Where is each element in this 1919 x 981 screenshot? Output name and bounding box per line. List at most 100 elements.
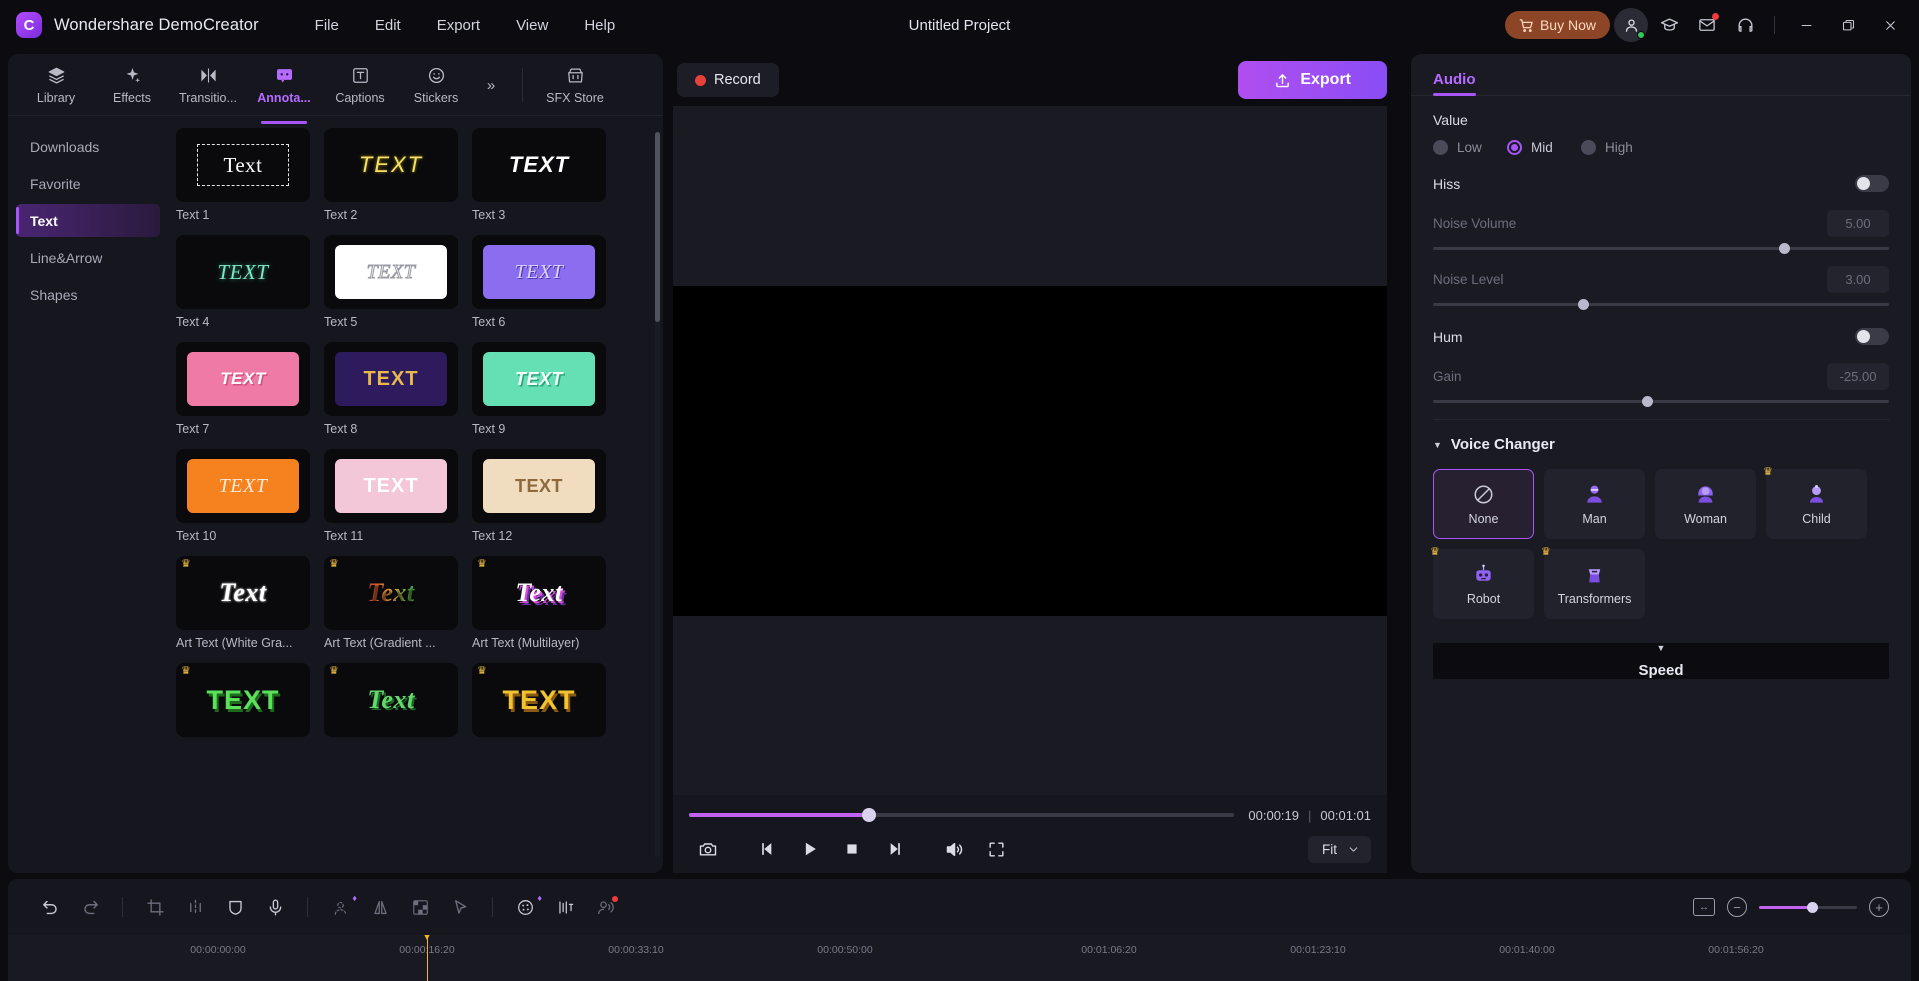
text-adjust-icon[interactable] bbox=[545, 889, 585, 925]
prev-frame-icon[interactable] bbox=[749, 832, 787, 866]
category-tab-stickers[interactable]: Stickers bbox=[398, 59, 474, 111]
template-tile[interactable]: ♛ Text Art Text (White Gra... bbox=[176, 556, 310, 650]
noise-volume-slider[interactable] bbox=[1433, 243, 1889, 254]
voice-card-robot[interactable]: ♛ Robot bbox=[1430, 546, 1534, 619]
radio-low[interactable]: Low bbox=[1433, 140, 1507, 155]
user-avatar-icon[interactable] bbox=[1614, 8, 1648, 42]
radio-high[interactable]: High bbox=[1581, 140, 1655, 155]
headset-icon[interactable] bbox=[1728, 8, 1762, 42]
redo-icon[interactable] bbox=[70, 889, 110, 925]
subnav-item-line-arrow[interactable]: Line&Arrow bbox=[16, 241, 160, 274]
subnav-item-text[interactable]: Text bbox=[16, 204, 160, 237]
maximize-icon[interactable] bbox=[1829, 8, 1867, 42]
template-tile[interactable]: TEXT Text 8 bbox=[324, 342, 458, 436]
fit-timeline-icon[interactable]: ↔ bbox=[1693, 898, 1715, 916]
color-wheel-icon[interactable]: ♦ bbox=[505, 889, 545, 925]
category-tab-sfx-store[interactable]: SFX Store bbox=[537, 59, 613, 111]
graduation-cap-icon[interactable] bbox=[1652, 8, 1686, 42]
template-tile[interactable]: ♛ TEXT bbox=[472, 663, 606, 743]
denoise-icon[interactable] bbox=[585, 889, 625, 925]
more-categories-icon[interactable]: » bbox=[474, 77, 508, 94]
template-tile[interactable]: TEXT Text 12 bbox=[472, 449, 606, 543]
noise-level-slider[interactable] bbox=[1433, 299, 1889, 310]
preview-stage[interactable] bbox=[673, 106, 1387, 795]
grid-scrollbar-thumb[interactable] bbox=[655, 132, 660, 322]
gain-slider[interactable] bbox=[1433, 396, 1889, 407]
mask-icon[interactable] bbox=[215, 889, 255, 925]
play-icon[interactable] bbox=[791, 832, 829, 866]
export-button[interactable]: Export bbox=[1238, 61, 1387, 99]
minimize-icon[interactable] bbox=[1787, 8, 1825, 42]
template-tile[interactable]: TEXT Text 3 bbox=[472, 128, 606, 222]
pointer-icon[interactable] bbox=[440, 889, 480, 925]
voice-card-child[interactable]: ♛ Child bbox=[1763, 466, 1867, 539]
menu-edit[interactable]: Edit bbox=[359, 11, 417, 40]
snapshot-icon[interactable] bbox=[689, 832, 727, 866]
slider-knob[interactable] bbox=[1778, 243, 1790, 254]
stop-icon[interactable] bbox=[833, 832, 871, 866]
timeline-ruler[interactable]: 00:00:00:00 00:00:16:20 00:00:33:10 00:0… bbox=[8, 935, 1911, 981]
category-tab-transitions[interactable]: Transitio... bbox=[170, 59, 246, 111]
template-tile[interactable]: TEXT Text 7 bbox=[176, 342, 310, 436]
grid-scrollbar[interactable] bbox=[655, 132, 660, 857]
ai-avatar-icon[interactable]: ♦ bbox=[320, 889, 360, 925]
gain-value[interactable]: -25.00 bbox=[1827, 363, 1889, 390]
hiss-toggle[interactable] bbox=[1855, 175, 1889, 192]
slider-knob[interactable] bbox=[1641, 396, 1653, 407]
voice-card-none[interactable]: None bbox=[1433, 469, 1534, 539]
close-icon[interactable] bbox=[1871, 8, 1909, 42]
radio-mid[interactable]: Mid bbox=[1507, 140, 1581, 155]
seek-slider[interactable] bbox=[689, 808, 1235, 822]
template-tile[interactable]: TEXT Text 5 bbox=[324, 235, 458, 329]
category-tab-captions[interactable]: Captions bbox=[322, 59, 398, 111]
buy-now-button[interactable]: Buy Now bbox=[1504, 11, 1610, 39]
microphone-icon[interactable] bbox=[255, 889, 295, 925]
template-tile[interactable]: TEXT Text 4 bbox=[176, 235, 310, 329]
voice-card-man[interactable]: Man bbox=[1544, 469, 1645, 539]
record-button[interactable]: Record bbox=[677, 63, 779, 97]
template-tile[interactable]: Text Text 1 bbox=[176, 128, 310, 222]
menu-export[interactable]: Export bbox=[421, 11, 496, 40]
seek-slider-knob[interactable] bbox=[861, 808, 876, 822]
category-tab-library[interactable]: Library bbox=[18, 59, 94, 111]
voice-card-transformers[interactable]: ♛ Transformers bbox=[1541, 546, 1645, 619]
timeline-zoom-slider[interactable] bbox=[1759, 901, 1857, 913]
noise-volume-value[interactable]: 5.00 bbox=[1827, 210, 1889, 237]
subnav-item-downloads[interactable]: Downloads bbox=[16, 130, 160, 163]
menu-help[interactable]: Help bbox=[568, 11, 631, 40]
tab-audio[interactable]: Audio bbox=[1433, 71, 1476, 96]
subnav-item-favorite[interactable]: Favorite bbox=[16, 167, 160, 200]
template-tile[interactable]: ♛ Text Art Text (Gradient ... bbox=[324, 556, 458, 650]
split-icon[interactable] bbox=[175, 889, 215, 925]
mosaic-icon[interactable] bbox=[400, 889, 440, 925]
template-tile[interactable]: TEXT Text 10 bbox=[176, 449, 310, 543]
menu-file[interactable]: File bbox=[299, 11, 355, 40]
voice-changer-header[interactable]: ▼ Voice Changer bbox=[1433, 436, 1889, 453]
speed-header[interactable]: ▼ Speed bbox=[1433, 643, 1889, 679]
template-tile[interactable]: TEXT Text 9 bbox=[472, 342, 606, 436]
video-canvas[interactable] bbox=[673, 285, 1387, 616]
menu-view[interactable]: View bbox=[500, 11, 564, 40]
category-tab-annotations[interactable]: Annota... bbox=[246, 59, 322, 111]
template-tile[interactable]: ♛ Text Art Text (Multilayer) bbox=[472, 556, 606, 650]
zoom-in-icon[interactable]: + bbox=[1869, 897, 1889, 917]
template-tile[interactable]: TEXT Text 2 bbox=[324, 128, 458, 222]
category-tab-effects[interactable]: Effects bbox=[94, 59, 170, 111]
template-tile[interactable]: TEXT Text 6 bbox=[472, 235, 606, 329]
subnav-item-shapes[interactable]: Shapes bbox=[16, 278, 160, 311]
mail-icon[interactable] bbox=[1690, 8, 1724, 42]
fullscreen-icon[interactable] bbox=[977, 832, 1015, 866]
mirror-icon[interactable] bbox=[360, 889, 400, 925]
crop-icon[interactable] bbox=[135, 889, 175, 925]
voice-card-woman[interactable]: Woman bbox=[1655, 469, 1756, 539]
template-tile[interactable]: ♛ TEXT bbox=[176, 663, 310, 743]
noise-level-value[interactable]: 3.00 bbox=[1827, 266, 1889, 293]
template-tile[interactable]: ♛ Text bbox=[324, 663, 458, 743]
template-tile[interactable]: TEXT Text 11 bbox=[324, 449, 458, 543]
hum-toggle[interactable] bbox=[1855, 328, 1889, 345]
zoom-out-icon[interactable]: − bbox=[1727, 897, 1747, 917]
undo-icon[interactable] bbox=[30, 889, 70, 925]
slider-knob[interactable] bbox=[1577, 299, 1589, 310]
zoom-slider-knob[interactable] bbox=[1807, 901, 1819, 913]
next-frame-icon[interactable] bbox=[875, 832, 913, 866]
